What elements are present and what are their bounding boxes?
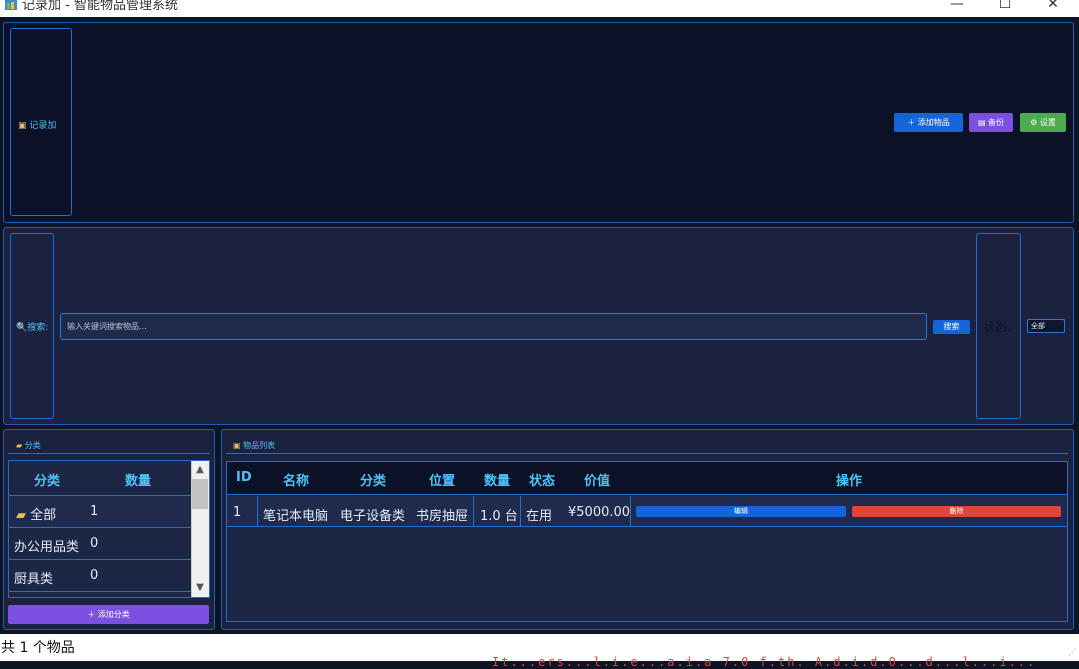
col-location: 位置 — [429, 474, 456, 489]
box-icon: ▣ — [233, 441, 241, 450]
status-filter-select[interactable]: 全部 — [1027, 319, 1065, 333]
cell-divider — [257, 496, 258, 527]
backup-label: 备份 — [988, 118, 1005, 127]
settings-button[interactable]: ⚙ 设置 — [1020, 113, 1066, 132]
close-button[interactable]: ✕ — [1038, 0, 1068, 14]
cell-divider — [473, 496, 474, 527]
add-category-button[interactable]: ＋ 添加分类 — [8, 605, 209, 624]
item-table-header — [227, 462, 1067, 495]
delete-button[interactable]: 删除 — [852, 506, 1061, 517]
category-title: ▰ 分类 — [16, 440, 41, 451]
search-input[interactable] — [60, 313, 927, 340]
edit-button[interactable]: 编辑 — [636, 506, 846, 517]
row-divider — [9, 559, 191, 560]
window-title: 记录加 - 智能物品管理系统 — [22, 0, 178, 13]
item-status: 在用 — [526, 509, 553, 524]
box-icon: ▣ — [18, 121, 27, 131]
category-count: 0 — [90, 536, 99, 551]
plus-icon: ＋ — [907, 118, 916, 127]
chevron-down-icon[interactable]: ▼ — [192, 580, 208, 596]
col-category: 分类 — [360, 474, 387, 489]
item-quantity: 1.0 台 — [480, 509, 518, 524]
category-count: 1 — [90, 504, 99, 519]
category-name[interactable]: 厨具类 — [14, 568, 53, 587]
folder-icon: ▰ — [16, 508, 26, 523]
category-name[interactable]: 办公用品类 — [14, 536, 79, 555]
add-item-label: 添加物品 — [917, 118, 950, 127]
backup-button[interactable]: ▤ 备份 — [969, 113, 1013, 132]
search-label-text: 搜索: — [27, 323, 49, 333]
category-col-name: 分类 — [34, 474, 61, 489]
item-count-text: 共 1 个物品 — [1, 640, 75, 656]
row-divider — [9, 527, 191, 528]
maximize-button[interactable]: ☐ — [990, 0, 1020, 14]
settings-label: 设置 — [1039, 118, 1056, 127]
category-count: 0 — [90, 568, 99, 583]
cell-divider — [630, 496, 631, 527]
search-label: 🔍搜索: — [16, 320, 48, 333]
item-value: ¥5000.00 — [568, 505, 631, 520]
app-icon — [5, 0, 17, 10]
folder-icon: ▰ — [16, 441, 23, 450]
add-item-button[interactable]: ＋ 添加物品 — [894, 113, 963, 132]
scrollbar-thumb[interactable] — [192, 479, 208, 509]
col-id: ID — [236, 470, 252, 485]
chevron-up-icon[interactable]: ▲ — [192, 462, 208, 478]
item-category: 电子设备类 — [340, 509, 406, 524]
item-location: 书房抽屉 — [416, 509, 469, 524]
brand-label: ▣ 记录加 — [18, 118, 56, 131]
search-button[interactable]: 搜索 — [933, 320, 970, 334]
search-icon: 🔍 — [16, 323, 28, 333]
category-title-text: 分类 — [24, 441, 41, 450]
category-col-count: 数量 — [125, 474, 152, 489]
col-quantity: 数量 — [484, 474, 511, 489]
col-status: 状态 — [529, 474, 556, 489]
resize-grip-icon[interactable]: ⋰ — [1068, 648, 1076, 657]
save-icon: ▤ — [977, 118, 986, 127]
gear-icon: ⚙ — [1030, 118, 1038, 127]
minimize-button[interactable]: — — [942, 0, 972, 14]
category-name-text: 全部 — [30, 508, 57, 523]
category-name: ▰ 全部 — [16, 504, 56, 523]
row-divider — [9, 591, 191, 592]
add-category-label: 添加分类 — [97, 610, 130, 619]
col-name: 名称 — [283, 474, 310, 489]
item-list-title-text: 物品列表 — [243, 441, 276, 450]
item-list-title: ▣ 物品列表 — [233, 440, 275, 451]
col-actions: 操作 — [836, 474, 863, 489]
item-list-header — [226, 434, 1068, 454]
item-id: 1 — [233, 505, 242, 520]
cell-divider — [520, 496, 521, 527]
console-output: It...ers...l.i.e...a.i.a 7.0 f.th. A.d.i… — [492, 655, 1037, 669]
plus-icon: ＋ — [87, 610, 96, 619]
item-name: 笔记本电脑 — [263, 509, 329, 524]
status-filter-label: 状态: — [983, 320, 1012, 334]
col-value: 价值 — [584, 474, 611, 489]
brand-text: 记录加 — [29, 121, 57, 131]
